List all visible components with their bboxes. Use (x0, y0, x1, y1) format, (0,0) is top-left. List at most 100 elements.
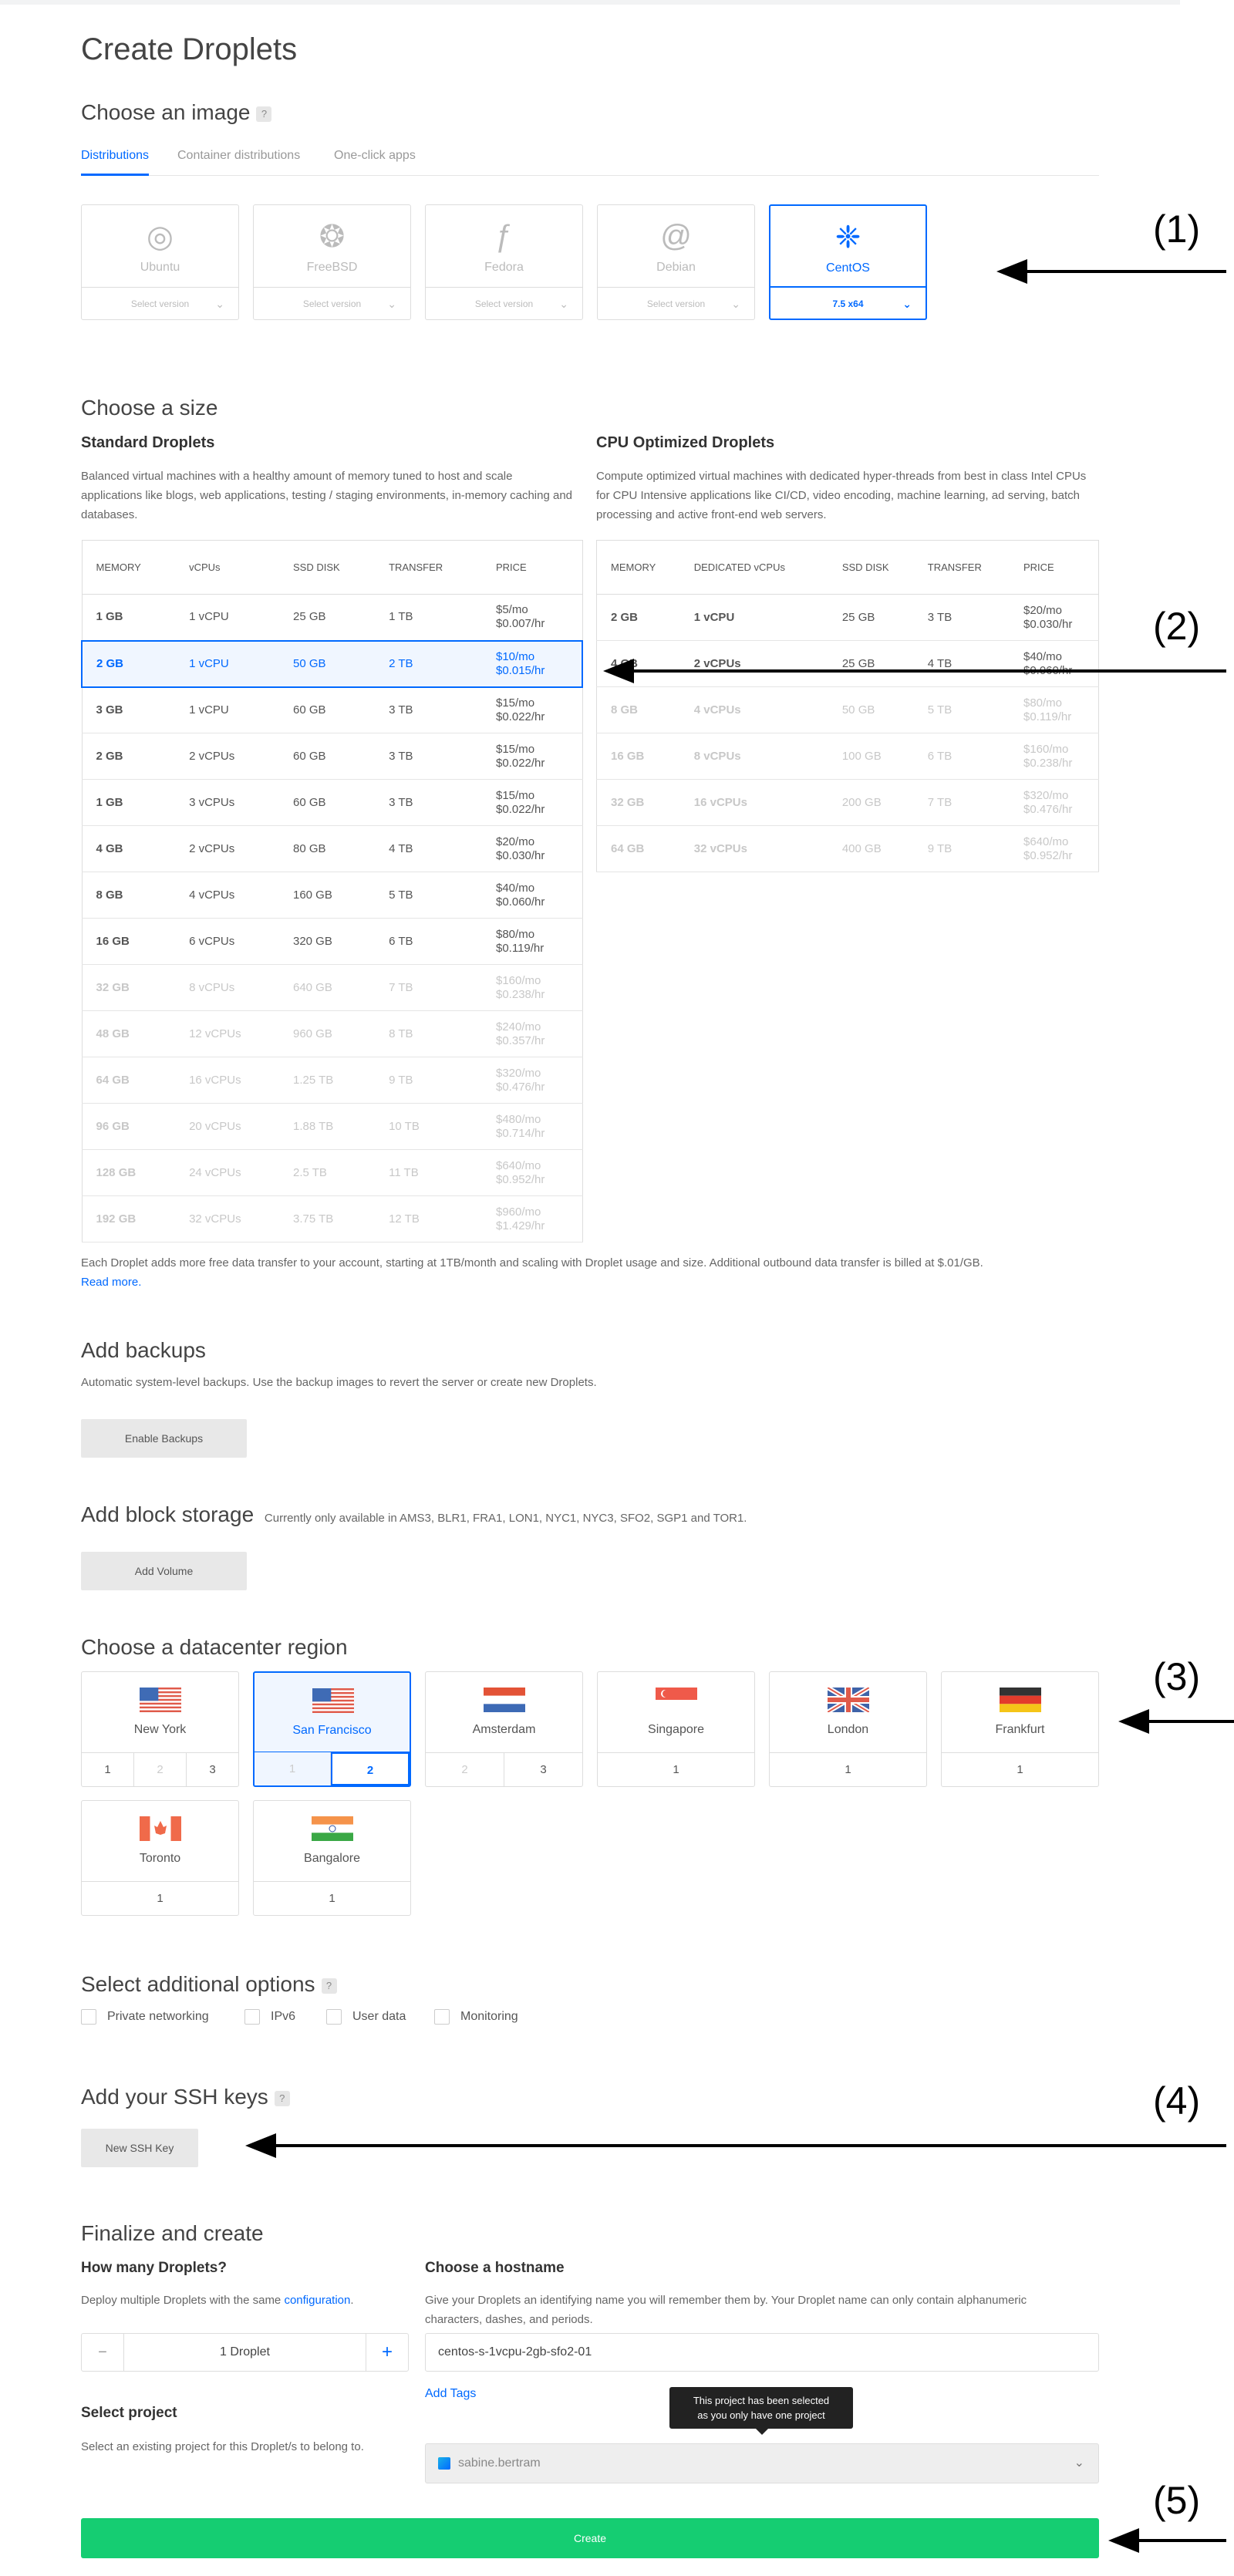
monitoring-option[interactable]: Monitoring (434, 2009, 518, 2025)
version-select[interactable]: 7.5 x64 ⌄ (770, 286, 926, 319)
image-card-freebsd[interactable]: ❂ FreeBSD Select version ⌄ (253, 204, 411, 320)
option-label: Monitoring (460, 2010, 518, 2024)
size-row[interactable]: 3 GB 1 vCPU 60 GB 3 TB $15/mo $0.022/hr (82, 686, 582, 733)
region-name: Bangalore (304, 1852, 360, 1865)
tab-distributions[interactable]: Distributions (81, 145, 150, 176)
cell-transfer: 10 TB (375, 1103, 482, 1150)
column-header: SSD DISK (828, 540, 914, 595)
datacenter-number-option[interactable]: 2 (331, 1752, 410, 1785)
size-row[interactable]: 4 GB2 vCPUs25 GB4 TB$40/mo$0.060/hr (596, 640, 1099, 687)
datacenter-number-option[interactable]: 1 (942, 1753, 1098, 1786)
datacenter-number-option[interactable]: 1 (82, 1753, 134, 1786)
region-card-san-francisco[interactable]: San Francisco 1 2 (253, 1671, 411, 1787)
version-select[interactable]: Select version ⌄ (598, 287, 754, 319)
help-icon[interactable]: ? (274, 2090, 290, 2106)
checkbox[interactable] (434, 2009, 450, 2025)
private-networking-option[interactable]: Private networking (81, 2009, 209, 2025)
region-card-singapore[interactable]: Singapore 1 (597, 1671, 755, 1787)
region-card-new-york[interactable]: New York 1 2 3 (81, 1671, 239, 1787)
read-more-link[interactable]: Read more. (81, 1276, 141, 1289)
cell-price: $480/mo $0.714/hr (482, 1103, 582, 1150)
tab-container-distributions[interactable]: Container distributions (177, 145, 300, 176)
tooltip-line: This project has been selected (693, 2395, 830, 2406)
size-row[interactable]: 2 GB 2 vCPUs 60 GB 3 TB $15/mo $0.022/hr (82, 733, 582, 780)
new-ssh-key-button[interactable]: New SSH Key (81, 2129, 198, 2167)
add-volume-button[interactable]: Add Volume (81, 1552, 247, 1590)
region-card-frankfurt[interactable]: Frankfurt 1 (941, 1671, 1099, 1787)
checkbox[interactable] (244, 2009, 260, 2025)
create-button[interactable]: Create (81, 2518, 1099, 2558)
version-select[interactable]: Select version ⌄ (82, 287, 238, 319)
datacenter-number-option[interactable]: 1 (82, 1882, 238, 1915)
size-row[interactable]: 1 GB 1 vCPU 25 GB 1 TB $5/mo $0.007/hr (82, 594, 582, 641)
cell-transfer: 7 TB (375, 964, 482, 1011)
tab-one-click-apps[interactable]: One-click apps (334, 145, 416, 176)
cell-transfer: 6 TB (375, 918, 482, 965)
cell-disk: 60 GB (278, 733, 376, 780)
add-tags-link[interactable]: Add Tags (425, 2387, 476, 2401)
datacenter-number-option[interactable]: 1 (254, 1882, 410, 1915)
cpu-sizes-table: MEMORY DEDICATED vCPUs SSD DISK TRANSFER PRI… (596, 540, 1099, 872)
image-card-fedora[interactable]: ƒ Fedora Select version ⌄ (425, 204, 583, 320)
price-hourly: $0.015/hr (496, 663, 545, 677)
region-card-london[interactable]: London 1 (769, 1671, 927, 1787)
cell-cpu: 3 vCPUs (175, 779, 279, 826)
select-project-description: Select an existing project for this Drop… (81, 2440, 364, 2453)
decrement-button[interactable]: − (82, 2334, 124, 2371)
increment-button[interactable]: + (366, 2334, 408, 2371)
size-row[interactable]: 1 GB 3 vCPUs 60 GB 3 TB $15/mo $0.022/hr (82, 779, 582, 826)
help-icon[interactable]: ? (256, 106, 272, 122)
cell-disk: 100 GB (828, 733, 914, 780)
image-card-ubuntu[interactable]: ◎ Ubuntu Select version ⌄ (81, 204, 239, 320)
size-row[interactable]: 2 GB 1 vCPU 50 GB 2 TB $10/mo $0.015/hr (80, 639, 583, 688)
image-card-debian[interactable]: @ Debian Select version ⌄ (597, 204, 755, 320)
cell-price: $20/mo $0.030/hr (1009, 594, 1099, 641)
region-card-bangalore[interactable]: Bangalore 1 (253, 1800, 411, 1916)
size-row[interactable]: 8 GB 4 vCPUs 160 GB 5 TB $40/mo $0.060/hr (82, 872, 582, 919)
ipv6-option[interactable]: IPv6 (244, 2009, 295, 2025)
datacenter-number-option[interactable]: 1 (598, 1753, 754, 1786)
uk-flag (826, 1685, 871, 1715)
cell-disk: 960 GB (278, 1010, 376, 1057)
region-name: Singapore (648, 1723, 704, 1736)
cell-mem: 1 GB (82, 779, 176, 826)
block-storage-heading: Add block storage Currently only availab… (81, 1502, 747, 1527)
configuration-link[interactable]: configuration (284, 2294, 350, 2307)
size-row: 64 GB 32 vCPUs 400 GB 9 TB $640/mo $0.952/hr (596, 825, 1099, 872)
price-hourly: $0.714/hr (496, 1126, 545, 1140)
checkbox[interactable] (81, 2009, 96, 2025)
version-select[interactable]: Select version ⌄ (254, 287, 410, 319)
version-select[interactable]: Select version ⌄ (426, 287, 582, 319)
project-select[interactable]: sabine.bertram ⌄ (425, 2443, 1099, 2483)
region-card-amsterdam[interactable]: Amsterdam 2 3 (425, 1671, 583, 1787)
datacenter-number-option: 2 (426, 1753, 504, 1786)
enable-backups-button[interactable]: Enable Backups (81, 1419, 247, 1458)
size-row[interactable]: 2 GB 1 vCPU 25 GB 3 TB $20/mo $0.030/hr (596, 594, 1099, 641)
image-name: CentOS (826, 261, 870, 275)
help-icon[interactable]: ? (321, 1978, 337, 1994)
cell-disk: 160 GB (278, 872, 376, 919)
centos-icon: ❈ (834, 221, 861, 255)
size-row[interactable]: 4 GB 2 vCPUs 80 GB 4 TB $20/mo $0.030/hr (82, 825, 582, 872)
cell-cpu: 1 vCPU (175, 686, 279, 733)
hostname-input[interactable]: centos-s-1vcpu-2gb-sfo2-01 (425, 2333, 1099, 2372)
chevron-down-icon: ⌄ (387, 298, 396, 310)
datacenter-number-option[interactable]: 3 (187, 1753, 238, 1786)
region-card-toronto[interactable]: Toronto 1 (81, 1800, 239, 1916)
us-flag (140, 1688, 181, 1712)
droplet-count: 1 Droplet (220, 2345, 270, 2359)
user-data-option[interactable]: User data (326, 2009, 406, 2025)
price-monthly: $480/mo (496, 1112, 541, 1126)
datacenter-number-option: 2 (134, 1753, 187, 1786)
cell-transfer: 2 TB (375, 639, 482, 688)
image-card-centos[interactable]: ❈ CentOS 7.5 x64 ⌄ (769, 204, 927, 320)
size-row[interactable]: 16 GB 6 vCPUs 320 GB 6 TB $80/mo $0.119/hr (82, 918, 582, 965)
price-monthly: $240/mo (496, 1020, 541, 1033)
price-monthly: $15/mo (496, 788, 535, 802)
project-tooltip: This project has been selected as you on… (669, 2387, 853, 2435)
price-hourly: $0.030/hr (496, 848, 545, 862)
cell-cpu: 2 vCPUs (679, 640, 828, 687)
datacenter-number-option[interactable]: 1 (770, 1753, 926, 1786)
checkbox[interactable] (326, 2009, 342, 2025)
datacenter-number-option[interactable]: 3 (504, 1753, 582, 1786)
